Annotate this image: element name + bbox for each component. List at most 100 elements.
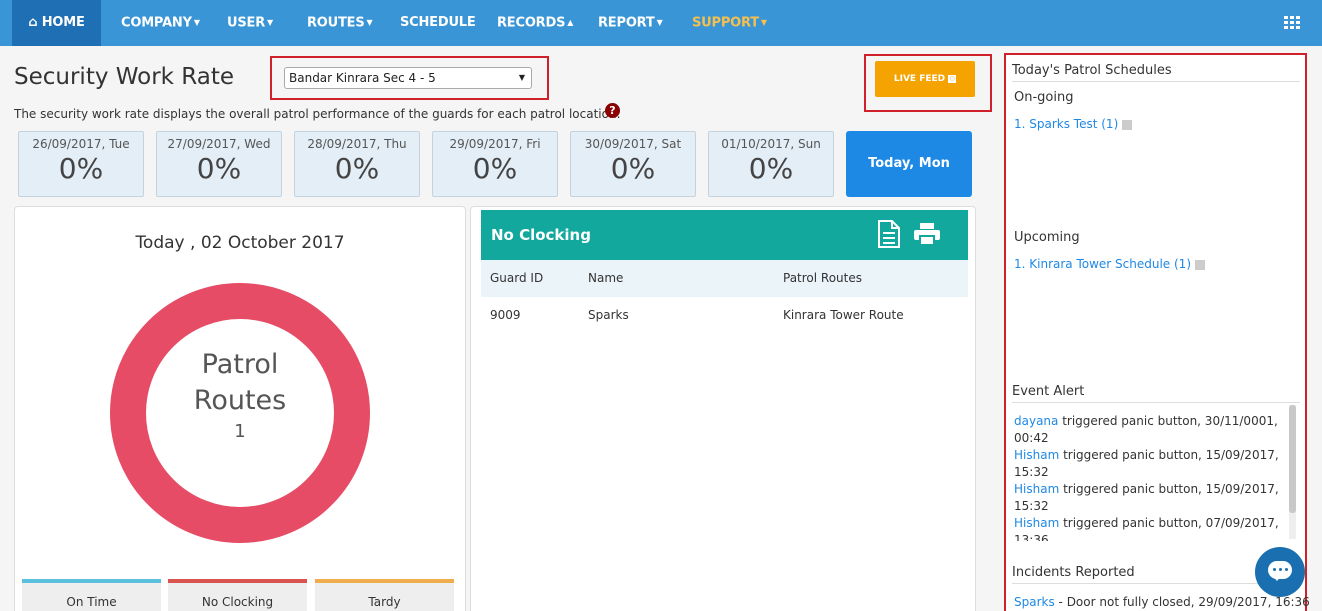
rss-icon: ○	[948, 74, 957, 83]
nav-report[interactable]: REPORT ▼	[598, 0, 663, 46]
day-rate: 0%	[334, 152, 380, 185]
caret-down-icon: ▼	[267, 18, 273, 27]
nav-records[interactable]: RECORDS ▲	[497, 0, 573, 46]
column-header[interactable]: Guard ID	[490, 260, 543, 297]
nav-schedule-label: SCHEDULE	[400, 15, 476, 30]
live-feed-button[interactable]: LIVE FEED ○	[875, 61, 975, 97]
divider	[1012, 81, 1300, 82]
legend-bar	[22, 579, 161, 583]
alert-user-link[interactable]: Hisham	[1014, 448, 1059, 462]
list-item: Sparks - Door not fully closed, 29/09/20…	[1014, 595, 1310, 609]
day-card[interactable]: 26/09/2017, Tue 0%	[18, 131, 144, 197]
legend-no-clocking[interactable]: No Clocking	[168, 579, 307, 611]
nav-support[interactable]: SUPPORT ▼	[692, 0, 767, 46]
ongoing-label: On-going	[1014, 90, 1074, 105]
nav-report-label: REPORT	[598, 15, 655, 31]
guard-name-cell: Sparks	[588, 308, 629, 322]
day-date: 30/09/2017, Sat	[584, 137, 682, 151]
nav-home-label: HOME	[41, 15, 85, 30]
help-icon[interactable]: ?	[605, 103, 620, 118]
day-rate: 0%	[610, 152, 656, 185]
live-feed-label: LIVE FEED	[893, 74, 946, 84]
caret-up-icon: ▲	[567, 18, 574, 27]
donut-label-line-1: Patrol	[201, 349, 279, 380]
grid-icon[interactable]	[1284, 16, 1300, 30]
legend-label: No Clocking	[201, 595, 274, 609]
donut-label-line-2: Routes	[193, 385, 287, 416]
no-clocking-header: No Clocking	[481, 210, 968, 260]
nav-routes-label: ROUTES	[307, 15, 365, 31]
list-item: Hisham triggered panic button, 15/09/201…	[1012, 481, 1286, 515]
caret-down-icon: ▼	[656, 18, 663, 27]
today-card[interactable]: Today, Mon	[846, 131, 972, 197]
location-select-value: Bandar Kinrara Sec 4 - 5	[289, 71, 436, 85]
donut-label: Patrol Routes	[110, 347, 370, 419]
patrol-route-cell: Kinrara Tower Route	[783, 308, 904, 322]
dropdown-arrow-icon: ▼	[518, 73, 525, 82]
day-date: 29/09/2017, Fri	[449, 137, 541, 151]
nav-home[interactable]: ⌂ HOME	[12, 0, 101, 46]
day-date: 28/09/2017, Thu	[307, 137, 407, 151]
day-card[interactable]: 27/09/2017, Wed 0%	[156, 131, 282, 197]
nav-company-label: COMPANY	[121, 15, 192, 31]
sidebar-panel: Today's Patrol Schedules On-going 1. Spa…	[1004, 53, 1310, 611]
column-header[interactable]: Name	[588, 260, 623, 297]
no-clocking-panel: No Clocking Guard ID Name Patrol Routes …	[470, 206, 976, 611]
location-highlight: Bandar Kinrara Sec 4 - 5 ▼	[270, 56, 549, 100]
page-description: The security work rate displays the over…	[14, 107, 621, 121]
nav-routes[interactable]: ROUTES ▼	[307, 0, 373, 46]
nav-user-label: USER	[227, 15, 266, 31]
incidents-title: Incidents Reported	[1012, 565, 1135, 580]
caret-down-icon: ▼	[193, 18, 200, 27]
day-rate: 0%	[472, 152, 518, 185]
event-alert-list[interactable]: dayana triggered panic button, 30/11/000…	[1012, 403, 1302, 541]
event-alert-title: Event Alert	[1012, 384, 1085, 399]
nav-company[interactable]: COMPANY ▼	[121, 0, 200, 46]
alert-user-link[interactable]: dayana	[1014, 414, 1058, 428]
donut-count: 1	[234, 421, 246, 442]
list-item: Hisham triggered panic button, 07/09/201…	[1012, 515, 1286, 541]
chat-button[interactable]	[1255, 547, 1305, 597]
nav-support-label: SUPPORT	[692, 15, 759, 31]
column-header[interactable]: Patrol Routes	[783, 260, 862, 297]
schedules-title: Today's Patrol Schedules	[1012, 63, 1172, 78]
nav-user[interactable]: USER ▼	[227, 0, 273, 46]
day-rate: 0%	[58, 152, 104, 185]
legend-bar	[315, 579, 454, 583]
ongoing-schedule-link[interactable]: 1. Sparks Test (1)	[1014, 117, 1133, 131]
home-icon: ⌂	[28, 15, 38, 30]
caret-down-icon: ▼	[760, 18, 767, 27]
day-card[interactable]: 28/09/2017, Thu 0%	[294, 131, 420, 197]
day-date: 26/09/2017, Tue	[32, 137, 130, 151]
scrollbar[interactable]	[1289, 405, 1296, 539]
upcoming-schedule-link[interactable]: 1. Kinrara Tower Schedule (1)	[1014, 257, 1205, 271]
nav-schedule[interactable]: SCHEDULE	[400, 0, 476, 46]
legend-on-time[interactable]: On Time	[22, 579, 161, 611]
scrollbar-thumb[interactable]	[1289, 405, 1296, 513]
legend-label: Tardy	[368, 595, 401, 609]
summary-date: Today , 02 October 2017	[135, 233, 345, 253]
day-card[interactable]: 01/10/2017, Sun 0%	[708, 131, 834, 197]
day-rate: 0%	[196, 152, 242, 185]
incident-user-link[interactable]: Sparks	[1014, 595, 1055, 609]
live-feed-highlight: LIVE FEED ○	[864, 54, 992, 112]
table-row[interactable]: 9009 Sparks Kinrara Tower Route	[481, 297, 968, 335]
alert-user-link[interactable]: Hisham	[1014, 482, 1059, 496]
legend-tardy[interactable]: Tardy	[315, 579, 454, 611]
day-rate: 0%	[748, 152, 794, 185]
upcoming-schedule-text: 1. Kinrara Tower Schedule (1)	[1014, 257, 1191, 271]
table-header-row: Guard ID Name Patrol Routes	[481, 260, 968, 297]
ongoing-schedule-text: 1. Sparks Test (1)	[1014, 117, 1119, 131]
day-card[interactable]: 29/09/2017, Fri 0%	[432, 131, 558, 197]
day-card[interactable]: 30/09/2017, Sat 0%	[570, 131, 696, 197]
top-nav: ⌂ HOME COMPANY ▼ USER ▼ ROUTES ▼ SCHEDULE R…	[0, 0, 1322, 46]
alert-user-link[interactable]: Hisham	[1014, 516, 1059, 530]
legend-bar	[168, 579, 307, 583]
location-select[interactable]: Bandar Kinrara Sec 4 - 5 ▼	[284, 67, 532, 89]
legend-label: On Time	[66, 595, 117, 609]
nav-records-label: RECORDS	[497, 15, 566, 31]
summary-panel: Today , 02 October 2017 Patrol Routes 1 …	[14, 206, 466, 611]
guard-id-cell: 9009	[490, 308, 521, 322]
document-icon[interactable]	[877, 220, 901, 248]
print-icon[interactable]	[913, 222, 941, 246]
